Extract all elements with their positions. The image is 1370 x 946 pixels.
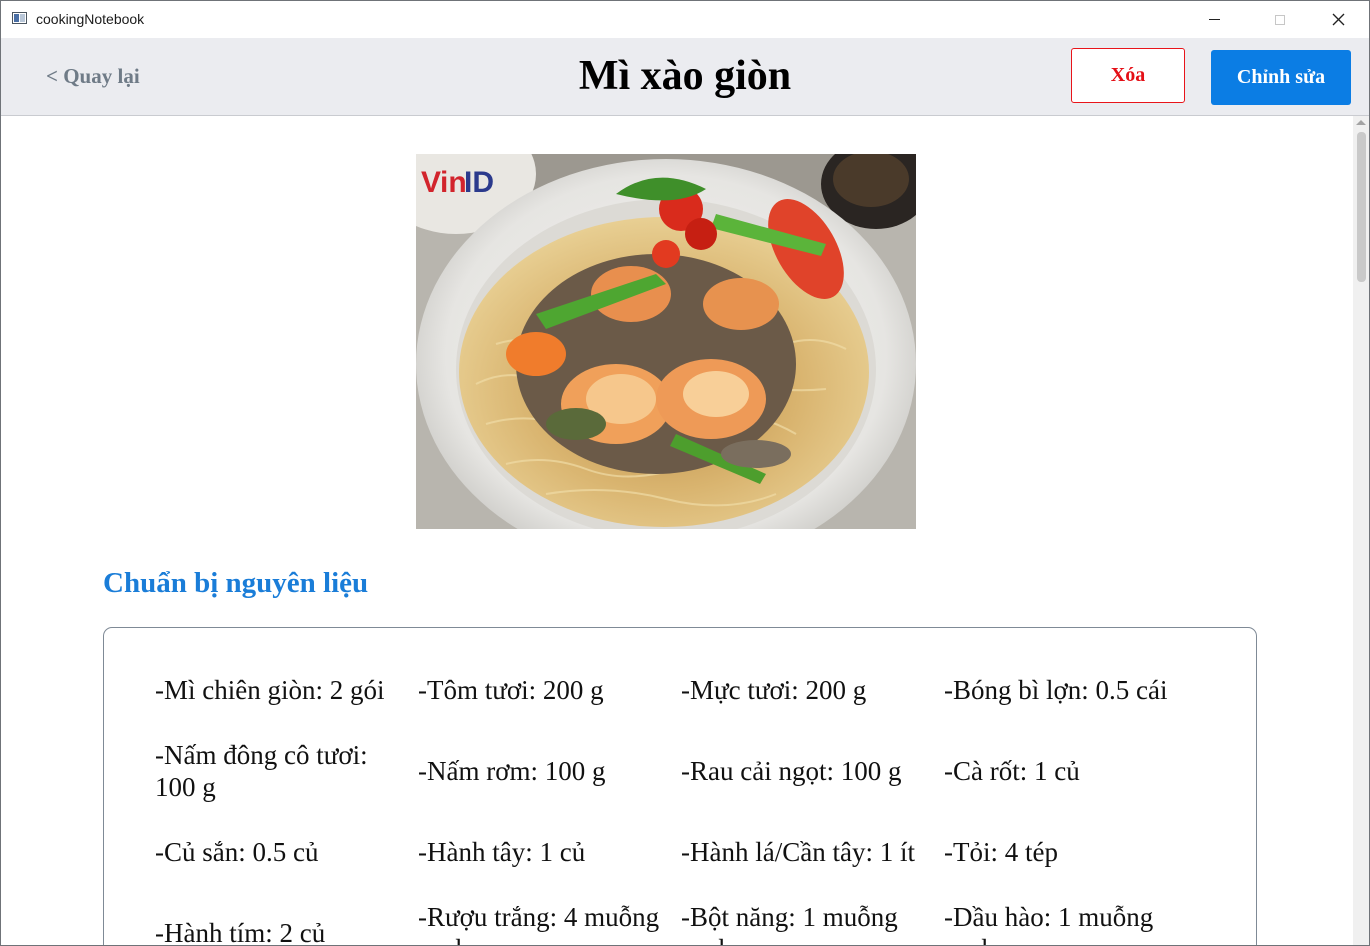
close-button[interactable] [1315, 1, 1361, 38]
ingredient-item: -Rau cải ngọt: 100 g [681, 756, 902, 786]
ingredients-panel: -Mì chiên giòn: 2 gói -Tôm tươi: 200 g -… [103, 627, 1257, 945]
recipe-header: < Quay lại Mì xào giòn Xóa Chỉnh sửa [1, 38, 1369, 116]
ingredient-item: -Rượu trắng: 4 muỗng canh [418, 902, 660, 945]
ingredient-item: -Dầu hào: 1 muỗng canh [944, 902, 1154, 945]
minimize-button[interactable] [1191, 1, 1237, 38]
title-bar[interactable]: cookingNotebook [1, 1, 1369, 38]
ingredient-item: -Hành tây: 1 củ [418, 837, 586, 867]
edit-button[interactable]: Chỉnh sửa [1211, 50, 1351, 105]
ingredient-item: -Củ sắn: 0.5 củ [155, 837, 319, 867]
svg-text:ID: ID [464, 166, 494, 199]
ingredient-item: -Nấm rơm: 100 g [418, 756, 606, 786]
maximize-button[interactable] [1257, 1, 1303, 38]
delete-button[interactable]: Xóa [1071, 48, 1185, 103]
ingredient-item: -Mực tươi: 200 g [681, 675, 867, 705]
vertical-scrollbar[interactable] [1353, 116, 1369, 945]
recipe-content[interactable]: V in ID Chuẩn bị nguyên liệu -Mì chiên g… [1, 116, 1353, 945]
app-icon [12, 12, 27, 24]
ingredient-item: -Hành lá/Cần tây: 1 ít [681, 837, 915, 867]
ingredient-item: -Tôm tươi: 200 g [418, 675, 604, 705]
svg-text:in: in [440, 166, 467, 199]
ingredient-item: -Bột năng: 1 muỗng canh [681, 902, 898, 945]
ingredient-item: -Bóng bì lợn: 0.5 cái [944, 675, 1168, 705]
scroll-thumb[interactable] [1357, 132, 1366, 282]
back-button[interactable]: < Quay lại [46, 64, 140, 89]
ingredients-heading: Chuẩn bị nguyên liệu [103, 567, 369, 599]
dish-photo: V in ID [416, 154, 916, 529]
ingredient-item: -Hành tím: 2 củ [155, 918, 326, 945]
scroll-up-arrow-icon[interactable] [1356, 120, 1366, 125]
minimize-icon [1208, 19, 1220, 20]
ingredient-item: -Mì chiên giòn: 2 gói [155, 675, 385, 705]
close-icon [1332, 13, 1344, 26]
ingredient-item: -Cà rốt: 1 củ [944, 756, 1080, 786]
ingredient-item: -Tỏi: 4 tép [944, 837, 1058, 867]
ingredient-item: -Nấm đông cô tươi: 100 g [155, 740, 368, 802]
maximize-icon [1275, 14, 1285, 25]
app-window: cookingNotebook < Quay lại Mì xào giòn X… [0, 0, 1370, 946]
vinid-watermark: V [421, 166, 441, 199]
window-title: cookingNotebook [36, 11, 145, 27]
